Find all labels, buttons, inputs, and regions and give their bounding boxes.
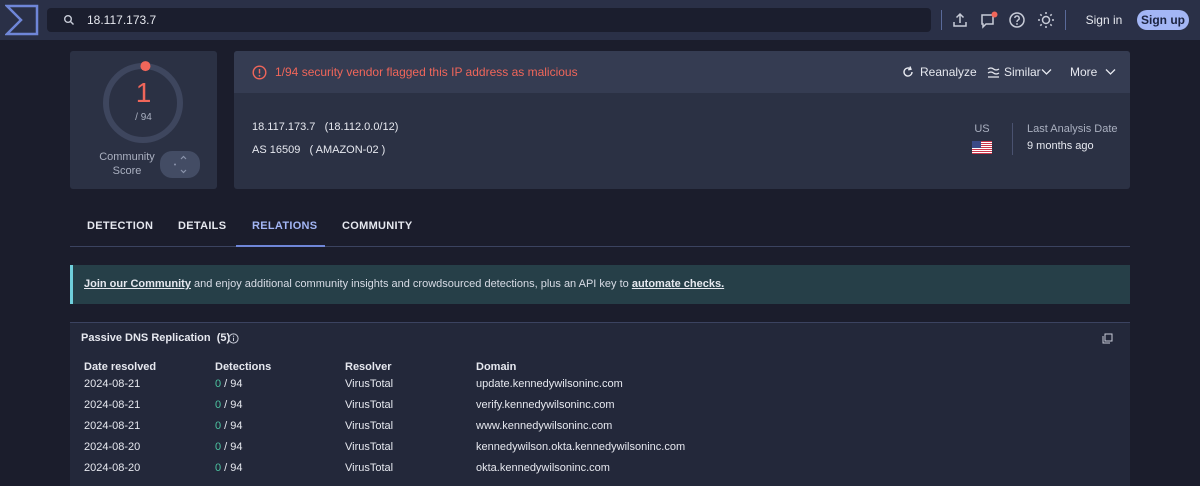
table-row: 2024-08-21 0 / 94 VirusTotal www.kennedy… — [70, 416, 1130, 437]
divider — [1012, 123, 1013, 155]
domain-link[interactable]: okta.kennedywilsoninc.com — [476, 462, 610, 474]
detections-cell: 0 / 94 — [215, 420, 243, 432]
last-analysis-label: Last Analysis Date — [1027, 123, 1118, 135]
detections-cell: 0 / 94 — [215, 462, 243, 474]
table-row: 2024-08-21 0 / 94 VirusTotal update.kenn… — [70, 374, 1130, 395]
date-cell: 2024-08-20 — [84, 462, 141, 474]
date-cell: 2024-08-21 — [84, 420, 141, 432]
alert-message: 1/94 security vendor flagged this IP add… — [275, 65, 578, 79]
as-number[interactable]: AS 16509 — [252, 144, 300, 156]
join-community-link[interactable]: Join our Community — [84, 278, 191, 290]
ip-network[interactable]: (18.112.0.0/12) — [325, 121, 399, 133]
last-analysis-value: 9 months ago — [1027, 140, 1094, 152]
detections-cell: 0 / 94 — [215, 378, 243, 390]
ip-address[interactable]: 18.117.173.7 — [252, 121, 315, 133]
tab-community[interactable]: COMMUNITY — [342, 220, 413, 232]
upload-icon[interactable] — [951, 11, 969, 29]
active-tab-indicator — [236, 245, 325, 247]
column-header-detections: Detections — [215, 361, 272, 373]
banner-text: Join our Community and enjoy additional … — [84, 278, 724, 290]
copy-icon[interactable] — [1102, 333, 1113, 344]
country-code: US — [974, 123, 990, 135]
column-header-domain: Domain — [476, 361, 517, 373]
resolver-cell: VirusTotal — [345, 462, 394, 474]
date-cell: 2024-08-21 — [84, 378, 141, 390]
ip-address-line: 18.117.173.7 (18.112.0.0/12) — [252, 121, 398, 133]
tab-relations[interactable]: RELATIONS — [252, 220, 317, 232]
similar-dropdown[interactable]: Similar — [987, 64, 1053, 80]
detection-count: 1 — [135, 77, 152, 108]
theme-toggle-sun-icon[interactable] — [1037, 11, 1055, 29]
table-row: 2024-08-20 0 / 94 VirusTotal okta.kenned… — [70, 458, 1130, 479]
table-row: 2024-08-21 0 / 94 VirusTotal verify.kenn… — [70, 395, 1130, 416]
resolver-cell: VirusTotal — [345, 441, 394, 453]
refresh-icon — [903, 66, 913, 77]
reanalyze-label: Reanalyze — [920, 65, 977, 79]
community-score-label: Community Score — [99, 151, 155, 177]
detection-total: / 94 — [135, 112, 152, 123]
report-tabs: DETECTION DETAILS RELATIONS COMMUNITY — [70, 207, 1130, 247]
ip-info-card: 1/94 security vendor flagged this IP add… — [234, 51, 1130, 189]
autonomous-system-line: AS 16509 ( AMAZON-02 ) — [252, 144, 385, 156]
sign-up-button[interactable]: Sign up — [1137, 10, 1189, 30]
divider — [1065, 10, 1066, 30]
detection-score-card: 1 / 94 Community Score — [70, 51, 217, 189]
sign-in-button[interactable]: Sign in — [1080, 11, 1128, 29]
banner-middle-text: and enjoy additional community insights … — [190, 278, 632, 290]
alert-bar: 1/94 security vendor flagged this IP add… — [234, 51, 1130, 93]
community-banner: Join our Community and enjoy additional … — [70, 265, 1130, 304]
notifications-icon[interactable] — [980, 11, 998, 29]
date-cell: 2024-08-20 — [84, 441, 141, 453]
vote-arrows-icon — [174, 155, 187, 174]
reanalyze-button[interactable]: Reanalyze — [902, 64, 977, 80]
resolver-cell: VirusTotal — [345, 420, 394, 432]
passive-dns-panel: Passive DNS Replication (5) Date resolve… — [70, 322, 1130, 486]
detections-cell: 0 / 94 — [215, 441, 243, 453]
divider — [941, 10, 942, 30]
domain-link[interactable]: update.kennedywilsoninc.com — [476, 378, 623, 390]
help-icon[interactable] — [1008, 11, 1026, 29]
column-header-date: Date resolved — [84, 361, 157, 373]
us-flag-icon — [972, 141, 992, 154]
domain-link[interactable]: www.kennedywilsoninc.com — [476, 420, 612, 432]
gauge-indicator — [140, 61, 151, 72]
chevron-down-icon — [1041, 69, 1052, 75]
resolver-cell: VirusTotal — [345, 399, 394, 411]
domain-link[interactable]: verify.kennedywilsoninc.com — [476, 399, 615, 411]
column-header-resolver: Resolver — [345, 361, 392, 373]
virustotal-logo-icon[interactable] — [5, 4, 39, 36]
tab-detection[interactable]: DETECTION — [87, 220, 153, 232]
detections-cell: 0 / 94 — [215, 399, 243, 411]
chevron-down-icon — [1105, 69, 1116, 75]
more-dropdown[interactable]: More — [1070, 64, 1118, 80]
passive-dns-title: Passive DNS Replication (5) — [81, 332, 231, 344]
info-icon[interactable] — [228, 333, 239, 344]
date-cell: 2024-08-21 — [84, 399, 141, 411]
search-bar[interactable] — [47, 8, 931, 32]
top-bar: Sign in Sign up — [0, 0, 1200, 40]
resolver-cell: VirusTotal — [345, 378, 394, 390]
as-owner: ( AMAZON-02 ) — [309, 144, 386, 156]
more-label: More — [1070, 65, 1098, 79]
warning-icon — [252, 65, 267, 80]
domain-link[interactable]: kennedywilson.okta.kennedywilsoninc.com — [476, 441, 685, 453]
tab-details[interactable]: DETAILS — [178, 220, 226, 232]
similar-icon — [987, 67, 1000, 78]
search-input[interactable] — [87, 11, 907, 29]
search-icon — [64, 15, 74, 25]
community-score-vote[interactable] — [160, 151, 200, 178]
automate-checks-link[interactable]: automate checks. — [632, 278, 724, 290]
similar-label: Similar — [1004, 65, 1041, 79]
table-row: 2024-08-20 0 / 94 VirusTotal kennedywils… — [70, 437, 1130, 458]
